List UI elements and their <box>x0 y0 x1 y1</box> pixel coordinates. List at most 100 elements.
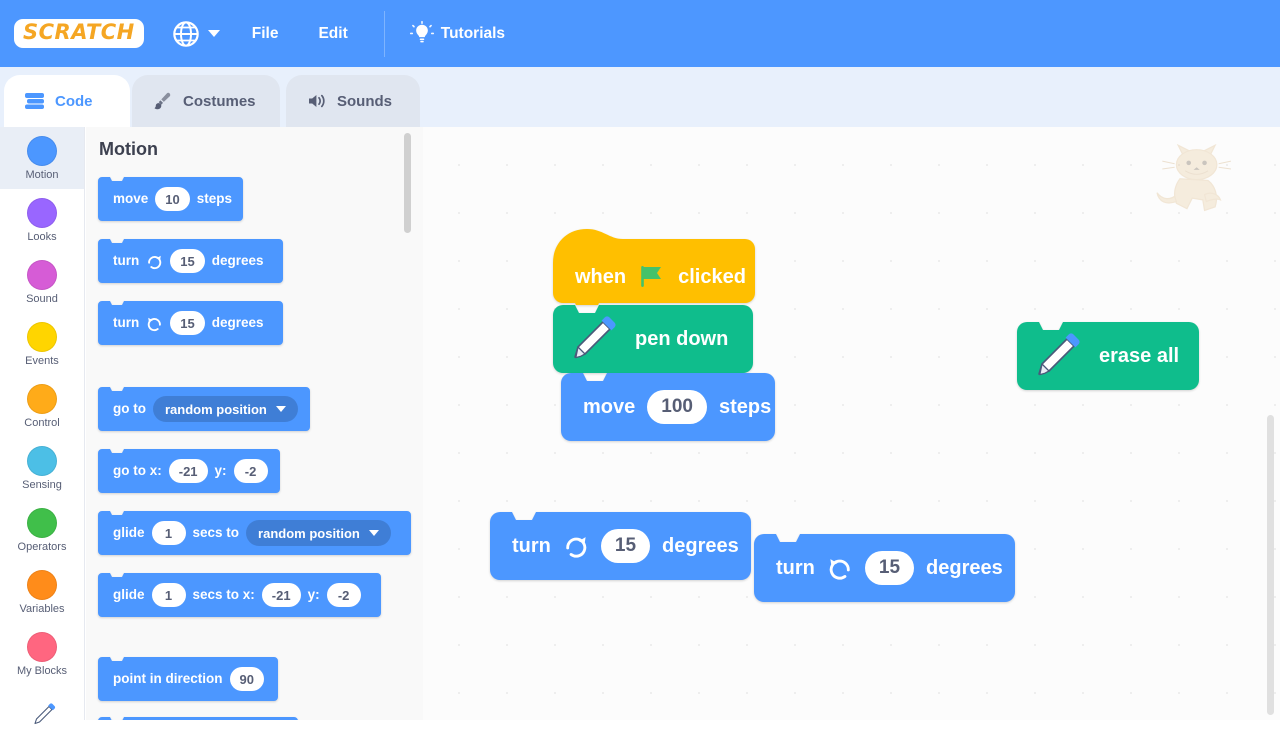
palette-block-turn-right[interactable]: turn 15 degrees <box>98 239 283 283</box>
palette-block-go-to[interactable]: go to random position <box>98 387 310 431</box>
chevron-down-icon <box>207 30 220 37</box>
block-erase-all[interactable]: erase all <box>1017 322 1199 390</box>
category-variables-label: Variables <box>19 602 65 615</box>
menu-bar: SCRATCH File Edit Tutorials <box>0 0 1280 67</box>
palette-block-turn-left[interactable]: turn 15 degrees <box>98 301 283 345</box>
block-word: erase all <box>1099 345 1180 367</box>
block-input-degrees[interactable]: 15 <box>600 529 651 563</box>
pen-extension-icon <box>34 703 56 725</box>
category-sound[interactable]: Sound <box>0 251 84 313</box>
block-input-x[interactable]: -21 <box>168 459 208 483</box>
block-pen-down[interactable]: pen down <box>553 305 753 373</box>
category-motion-label: Motion <box>25 168 59 181</box>
menu-divider <box>383 10 385 57</box>
language-selector[interactable] <box>166 14 226 54</box>
category-list: Motion Looks Sound Events Control Sensin… <box>0 127 85 725</box>
palette-block-glide-to[interactable]: glide 1 secs to random position <box>98 511 411 555</box>
control-dot-icon <box>27 383 57 414</box>
block-turn-right[interactable]: turn 15 degrees <box>490 512 751 580</box>
category-sensing-label: Sensing <box>22 478 62 491</box>
menu-item-tutorials[interactable]: Tutorials <box>399 15 515 53</box>
category-looks[interactable]: Looks <box>0 189 84 251</box>
block-input-degrees[interactable]: 15 <box>170 311 205 335</box>
block-palette[interactable]: Motion move 10 steps turn 15 degrees tur… <box>86 127 423 720</box>
block-input-steps[interactable]: 10 <box>155 187 190 211</box>
block-input-steps[interactable]: 100 <box>647 390 707 424</box>
block-word: move <box>113 191 149 207</box>
category-events-label: Events <box>25 354 59 367</box>
block-dropdown-target[interactable]: random position <box>153 396 298 422</box>
category-operators[interactable]: Operators <box>0 499 84 561</box>
block-word: point in direction <box>113 671 223 687</box>
chevron-down-icon <box>275 406 286 412</box>
code-blocks-icon <box>25 93 44 109</box>
block-input-degrees[interactable]: 15 <box>170 249 205 273</box>
palette-block-point-in-direction[interactable]: point in direction 90 <box>98 657 278 701</box>
palette-block-move-steps[interactable]: move 10 steps <box>98 177 243 221</box>
category-events[interactable]: Events <box>0 313 84 375</box>
block-word: degrees <box>211 253 264 269</box>
block-dropdown-target[interactable]: random position <box>246 520 391 546</box>
palette-block-glide-to-xy[interactable]: glide 1 secs to x: -21 y: -2 <box>98 573 381 617</box>
block-word: clicked <box>678 266 746 288</box>
block-word: glide <box>113 525 145 541</box>
scratch-cat-watermark <box>1156 143 1232 212</box>
block-word: turn <box>113 315 140 331</box>
code-workspace[interactable]: when clicked pen down move 100 steps era… <box>423 127 1280 720</box>
palette-scrollbar[interactable] <box>404 133 411 233</box>
variables-dot-icon <box>27 569 57 600</box>
pen-icon <box>574 316 616 359</box>
tab-costumes-label: Costumes <box>183 92 256 110</box>
block-input-direction[interactable]: 90 <box>229 667 264 691</box>
category-variables[interactable]: Variables <box>0 561 84 623</box>
tab-costumes[interactable]: Costumes <box>132 75 280 127</box>
category-sound-label: Sound <box>26 292 58 305</box>
tab-sounds[interactable]: Sounds <box>286 75 420 127</box>
category-operators-label: Operators <box>17 540 67 553</box>
menu-item-file[interactable]: File <box>238 17 293 51</box>
block-turn-left[interactable]: turn 15 degrees <box>754 534 1015 602</box>
block-word: y: <box>214 463 227 479</box>
block-input-secs[interactable]: 1 <box>151 521 186 545</box>
turn-counterclockwise-icon <box>148 317 162 331</box>
lightbulb-icon <box>409 20 434 42</box>
tab-code-label: Code <box>55 92 93 110</box>
category-sensing[interactable]: Sensing <box>0 437 84 499</box>
block-word: degrees <box>662 535 739 557</box>
editor-body: Motion Looks Sound Events Control Sensin… <box>0 127 1280 725</box>
motion-dot-icon <box>27 135 57 166</box>
block-word: turn <box>776 557 815 579</box>
workspace-scrollbar[interactable] <box>1267 415 1274 715</box>
block-word: secs to <box>192 525 240 541</box>
category-my-blocks[interactable]: My Blocks <box>0 623 84 685</box>
category-pen-extension[interactable] <box>0 685 84 747</box>
tab-sounds-label: Sounds <box>337 92 392 110</box>
tab-code[interactable]: Code <box>4 75 130 127</box>
block-word: turn <box>113 253 140 269</box>
block-input-x[interactable]: -21 <box>261 583 301 607</box>
block-when-flag-clicked[interactable]: when clicked <box>553 227 755 305</box>
events-dot-icon <box>27 321 57 352</box>
block-word: degrees <box>926 557 1003 579</box>
block-input-y[interactable]: -2 <box>233 459 268 483</box>
block-move-steps[interactable]: move 100 steps <box>561 373 775 441</box>
palette-heading: Motion <box>99 139 158 159</box>
category-control[interactable]: Control <box>0 375 84 437</box>
block-input-y[interactable]: -2 <box>326 583 361 607</box>
block-word: turn <box>512 535 551 557</box>
block-input-secs[interactable]: 1 <box>151 583 186 607</box>
paintbrush-icon <box>154 92 171 110</box>
menu-item-edit[interactable]: Edit <box>304 17 361 51</box>
palette-block-go-to-xy[interactable]: go to x: -21 y: -2 <box>98 449 280 493</box>
block-word: steps <box>718 396 772 418</box>
turn-clockwise-icon <box>566 537 587 558</box>
scratch-logo[interactable]: SCRATCH <box>14 19 144 48</box>
tab-bar: Code Costumes Sounds <box>0 67 1280 127</box>
block-word: glide <box>113 587 145 603</box>
block-input-degrees[interactable]: 15 <box>864 551 915 585</box>
category-motion[interactable]: Motion <box>0 127 84 189</box>
block-word: secs to x: <box>192 587 255 603</box>
sound-dot-icon <box>27 259 57 290</box>
looks-dot-icon <box>27 197 57 228</box>
block-word: pen down <box>635 328 729 350</box>
